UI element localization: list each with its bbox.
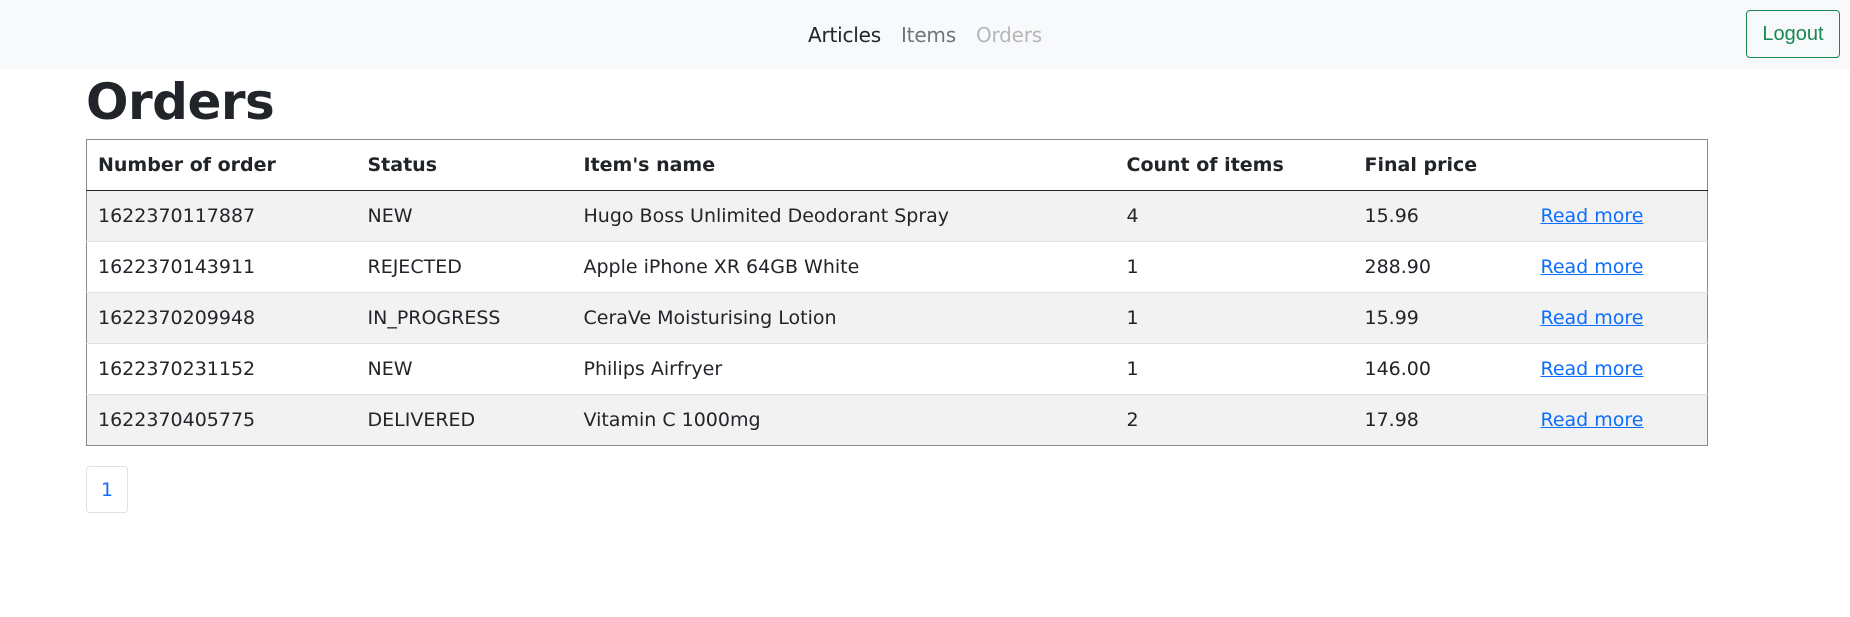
- status-cell: IN_PROGRESS: [356, 292, 573, 344]
- read-more-link[interactable]: Read more: [1541, 358, 1644, 380]
- navbar: Articles Items Orders Logout: [0, 0, 1850, 69]
- final-price-cell: 288.90: [1353, 241, 1530, 293]
- item-name-cell: Apple iPhone XR 64GB White: [572, 241, 1116, 293]
- actions-cell: Read more: [1529, 241, 1708, 293]
- logout-button[interactable]: Logout: [1746, 10, 1840, 58]
- order-number-cell: 1622370405775: [86, 394, 357, 446]
- column-header: Final price: [1353, 139, 1530, 191]
- column-header: Item's name: [572, 139, 1116, 191]
- final-price-cell: 17.98: [1353, 394, 1530, 446]
- table-row: 1622370231152 NEW Philips Airfryer 1 146.00 R…: [86, 343, 1708, 395]
- order-number-cell: 1622370231152: [86, 343, 357, 395]
- final-price-cell: 146.00: [1353, 343, 1530, 395]
- actions-cell: Read more: [1529, 343, 1708, 395]
- nav-link-orders[interactable]: Orders: [976, 23, 1042, 47]
- count-cell: 4: [1126, 205, 1139, 227]
- pagination-page-1[interactable]: 1: [86, 466, 128, 513]
- table-row: 1622370405775 DELIVERED Vitamin C 1000mg 2 1…: [86, 394, 1708, 446]
- table-row: 1622370209948 IN_PROGRESS CeraVe Moisturis…: [86, 292, 1708, 344]
- final-price-cell: 15.99: [1353, 292, 1530, 344]
- read-more-link[interactable]: Read more: [1541, 409, 1644, 431]
- read-more-link[interactable]: Read more: [1541, 307, 1644, 329]
- status-cell: REJECTED: [356, 241, 573, 293]
- status-cell: NEW: [356, 343, 573, 395]
- order-number-cell: 1622370209948: [86, 292, 357, 344]
- read-more-link[interactable]: Read more: [1541, 205, 1644, 227]
- final-price-cell: 15.96: [1364, 205, 1419, 227]
- table-row: 1622370143911 REJECTED Apple iPhone XR 64G…: [86, 241, 1708, 293]
- item-name-cell: Philips Airfryer: [572, 343, 1116, 395]
- table-row: 1622370117887 NEW Hugo Boss Unlimited Deod…: [86, 190, 1708, 242]
- actions-cell: Read more: [1530, 191, 1708, 242]
- order-number-cell: 1622370117887: [98, 205, 256, 227]
- item-name-cell: Hugo Boss Unlimited Deodorant Spray: [583, 205, 950, 227]
- count-cell: 1: [1115, 292, 1354, 344]
- column-header: Number of order: [86, 139, 357, 191]
- table-header-row: Number of order Status Item's name Count of…: [86, 139, 1708, 191]
- status-cell: DELIVERED: [356, 394, 573, 446]
- actions-cell: Read more: [1529, 292, 1708, 344]
- order-number-cell: 1622370143911: [86, 241, 357, 293]
- nav-link-items[interactable]: Items: [901, 23, 956, 47]
- nav-links: Articles Items Orders: [0, 0, 1850, 69]
- count-cell: 2: [1115, 394, 1354, 446]
- item-name-cell: Vitamin C 1000mg: [572, 394, 1116, 446]
- count-cell: 1: [1115, 241, 1354, 293]
- status-cell: NEW: [367, 205, 413, 227]
- count-cell: 1: [1115, 343, 1354, 395]
- item-name-cell: CeraVe Moisturising Lotion: [572, 292, 1116, 344]
- actions-cell: Read more: [1529, 394, 1708, 446]
- orders-table: Number of order Status Item's name Count of…: [86, 139, 1708, 446]
- page-title: Orders: [86, 73, 275, 131]
- column-header: [1529, 139, 1708, 191]
- nav-link-articles[interactable]: Articles: [808, 23, 881, 47]
- column-header: Status: [356, 139, 573, 191]
- column-header: Count of items: [1115, 139, 1354, 191]
- read-more-link[interactable]: Read more: [1541, 256, 1644, 278]
- table-body: 1622370117887 NEW Hugo Boss Unlimited Deod…: [86, 190, 1708, 446]
